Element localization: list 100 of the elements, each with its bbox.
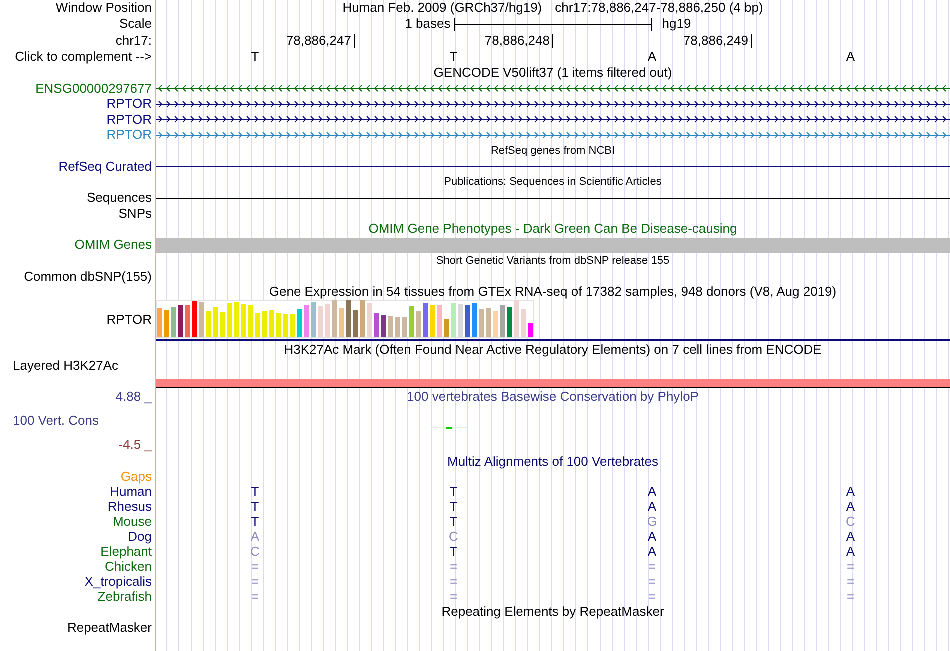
expression-bar [241,304,246,337]
expression-bar [395,317,400,337]
dna-base: A [846,50,856,64]
ruler-position: 78,886,247 [286,34,352,48]
expression-bar [178,305,183,337]
position-label: Window Position [56,0,152,16]
alignment-base: A [846,530,856,545]
expression-bar [388,316,393,337]
expression-bar [437,305,442,337]
alignment-base: A [648,545,657,560]
track-label: RPTOR [106,313,152,328]
alignment-base: T [450,545,458,560]
alignment-base: = [450,590,458,605]
conservation-score-mark [431,427,467,429]
position-range: chr17:78,886,247-78,886,250 (4 bp) [555,0,764,16]
ruler-tick [750,34,752,48]
alignment-base: = [251,560,260,575]
species-label: Elephant [100,545,152,560]
track-title: Publications: Sequences in Scientific Articles [444,176,662,189]
alignment-base: = [648,575,656,590]
expression-bar [325,304,330,337]
track-title: Gene Expression in 54 tissues from GTEx RNA-seq of 17382 samples, 948 donors (V8, Aug 2019) [269,285,837,300]
alignment-base: A [250,530,260,545]
assembly-name: Human Feb. 2009 (GRCh37/hg19) [342,0,542,16]
alignment-base: = [450,560,458,575]
track-title: H3K27Ac Mark (Often Found Near Active Regulatory Elements) on 7 cell lines from ENCODE [284,342,822,358]
gene-label: RPTOR [106,112,152,127]
track-label: Sequences [86,191,152,206]
expression-bar [234,302,239,337]
expression-bar [276,313,281,337]
expression-bar [339,308,344,337]
scale-label: Scale [119,17,152,32]
dna-base: T [251,50,260,64]
track-label: RefSeq Curated [58,160,152,174]
expression-bar [409,306,414,337]
ruler-position: 78,886,249 [683,34,748,48]
expression-bar [381,315,386,337]
track-title: RefSeq genes from NCBI [490,144,616,158]
species-label: Mouse [112,515,152,530]
alignment-base: A [846,500,856,515]
alignment-base: A [846,485,856,500]
expression-bar [199,302,204,337]
track-title: GENCODE V50lift37 (1 items filtered out) [434,66,672,80]
expression-bar [164,310,169,337]
expression-bar [248,305,253,337]
expression-bar [157,308,162,337]
alignment-base: C [846,515,856,530]
dna-base: T [450,50,458,64]
expression-bar [318,306,323,337]
expression-bar [171,307,176,337]
expression-bar [521,309,526,337]
dna-base: A [648,50,657,64]
scale-assembly: hg19 [661,17,692,32]
alignment-base: = [846,560,855,575]
expression-bar [297,309,302,337]
alignment-base: G [647,515,658,530]
gene-label: RPTOR [106,97,152,112]
alignment-base: T [251,515,260,530]
expression-bar [360,300,365,337]
alignment-base: C [449,530,458,545]
expression-bar [402,317,407,337]
track-title: Short Genetic Variants from dbSNP release 155 [436,255,670,268]
track-label: 100 Vert. Cons [13,414,99,428]
ruler-position: 78,886,248 [484,34,550,48]
alignment-base: A [648,530,657,545]
scale-length: 1 bases [405,17,452,32]
axis-max-label: 4.88 _ [116,390,152,404]
expression-bar [444,319,449,337]
alignment-base: A [846,545,856,560]
expression-bar [346,300,351,337]
complement-link[interactable]: Click to complement --> [15,50,152,64]
track-title: Repeating Elements by RepeatMasker [442,605,664,620]
expression-bar [283,314,288,337]
chromosome-label: chr17: [116,34,152,48]
alignment-base: = [648,590,656,605]
alignment-base: = [450,575,458,590]
expression-bar [500,305,505,337]
track-label: Common dbSNP(155) [24,270,152,284]
expression-bar [451,303,456,337]
expression-bar [185,305,190,337]
alignment-base: A [648,500,657,515]
alignment-base: T [450,485,458,500]
species-label: X_tropicalis [84,575,152,590]
expression-bar [430,305,435,337]
alignment-base: = [251,590,260,605]
alignment-base: T [450,500,458,515]
species-label: Chicken [105,560,152,575]
gene-label: ENSG00000297677 [36,82,152,96]
species-label: Rhesus [108,500,152,515]
expression-bar [486,308,491,337]
expression-bar [227,303,232,337]
expression-bar [353,310,358,337]
expression-bar [213,307,218,337]
expression-bar [262,311,267,337]
track-title: 100 vertebrates Basewise Conservation by PhyloP [407,390,699,404]
expression-bar [269,310,274,337]
track-title: Multiz Alignments of 100 Vertebrates [447,455,658,470]
alignment-base: T [251,485,260,500]
alignment-base: C [250,545,260,560]
species-label: Dog [128,530,152,545]
